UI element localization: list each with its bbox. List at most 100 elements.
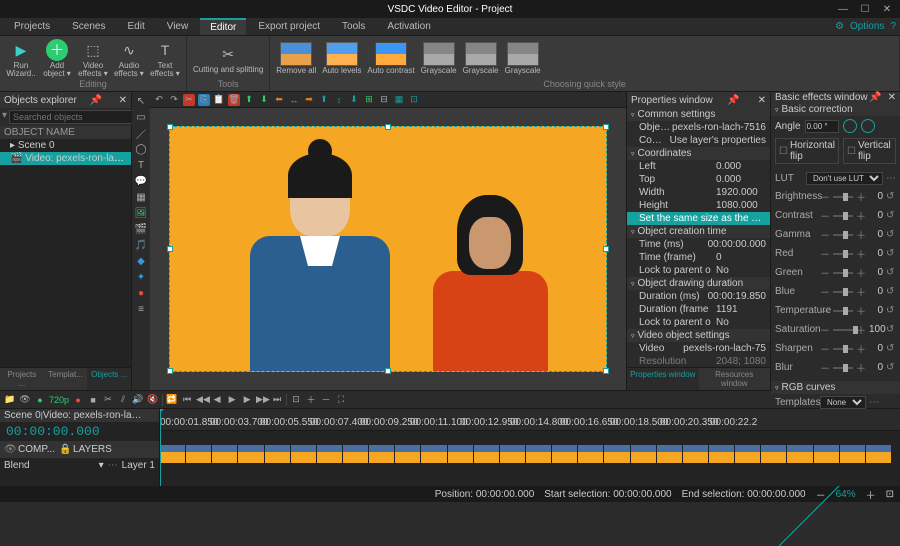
loop-icon[interactable]: 🔁 (166, 394, 178, 405)
bring-front-icon[interactable]: ⬆ (243, 94, 255, 106)
quickstyle-3[interactable]: Grayscale (421, 42, 457, 75)
menu-tools[interactable]: Tools (332, 19, 375, 34)
resize-handle-se[interactable] (603, 368, 609, 374)
playhead[interactable] (160, 409, 161, 486)
video-clip-node[interactable]: 🎬 Video: pexels-ron-lach-7516031_1... (0, 152, 131, 165)
preview-icon[interactable]: ● (34, 395, 46, 405)
audio-icon[interactable]: 🎵 (134, 238, 148, 252)
menu-editor[interactable]: Editor (200, 18, 246, 35)
line-icon[interactable]: ／ (134, 126, 148, 140)
eye-icon[interactable]: 👁 (19, 394, 31, 405)
rotate-cw-icon[interactable] (861, 119, 875, 133)
menu-export[interactable]: Export project (248, 19, 330, 34)
tab-properties[interactable]: Properties window (627, 368, 699, 390)
split-icon[interactable]: ⫽ (117, 394, 129, 405)
help-icon[interactable]: ? (890, 21, 896, 32)
angle-input[interactable] (805, 120, 839, 133)
gear-icon[interactable]: ⚙ (835, 21, 844, 32)
ungroup-icon[interactable]: ⊟ (378, 94, 390, 106)
quickstyle-2[interactable]: Auto contrast (367, 42, 414, 75)
record-icon[interactable]: ● (72, 395, 84, 405)
align-right-icon[interactable]: ➡ (303, 94, 315, 106)
mute-icon[interactable]: 🔇 (147, 394, 159, 405)
quickstyle-4[interactable]: Grayscale (463, 42, 499, 75)
zoom-fit-icon[interactable]: ⊡ (290, 394, 302, 405)
send-back-icon[interactable]: ⬇ (258, 94, 270, 106)
undo-icon[interactable]: ↶ (153, 94, 165, 106)
text-icon[interactable]: T (134, 158, 148, 172)
step-back-icon[interactable]: ◀ (211, 394, 223, 405)
horizontal-flip-checkbox[interactable]: ☐ Horizontal flip (775, 138, 839, 164)
lut-browse-icon[interactable]: ⋯ (886, 173, 896, 184)
same-size-button[interactable]: Set the same size as the parent has (627, 212, 770, 225)
tab-objects[interactable]: Objects ... (87, 368, 131, 390)
resize-handle-s[interactable] (385, 368, 391, 374)
ellipse-icon[interactable]: ◯ (134, 142, 148, 156)
cut-icon[interactable]: ✂ (183, 94, 195, 106)
resize-handle-e[interactable] (603, 246, 609, 252)
prev-frame-icon[interactable]: ◀◀ (196, 394, 208, 405)
stop-icon[interactable]: ■ (87, 395, 99, 405)
play-icon[interactable]: ▶ (226, 394, 238, 405)
animation-icon[interactable]: ✦ (134, 270, 148, 284)
step-fwd-icon[interactable]: ▶ (241, 394, 253, 405)
go-end-icon[interactable]: ⏭ (271, 394, 283, 405)
fullscreen-icon[interactable]: ⛶ (335, 394, 347, 405)
pin-icon[interactable]: 📌 (89, 95, 101, 106)
tab-templates[interactable]: Templat... (44, 368, 88, 390)
ribbon-btn-3[interactable]: ∿Audioeffects ▾ (114, 39, 144, 78)
resize-handle-sw[interactable] (167, 368, 173, 374)
align-center-icon[interactable]: ↔ (288, 94, 300, 106)
paste-icon[interactable]: 📋 (213, 94, 225, 106)
tab-projects[interactable]: Projects ... (0, 368, 44, 390)
sprite-icon[interactable]: ◆ (134, 254, 148, 268)
quickstyle-5[interactable]: Grayscale (505, 42, 541, 75)
redo-icon[interactable]: ↷ (168, 94, 180, 106)
rect-icon[interactable]: ▭ (134, 110, 148, 124)
select-icon[interactable]: ▾ (2, 110, 7, 124)
align-top-icon[interactable]: ⬆ (318, 94, 330, 106)
menu-activation[interactable]: Activation (377, 19, 440, 34)
video-frame[interactable] (169, 126, 607, 372)
lut-select[interactable]: Don't use LUT (806, 172, 883, 185)
snap-icon[interactable]: ⊡ (408, 94, 420, 106)
pin-icon[interactable]: 📌 (869, 92, 881, 103)
resize-handle-ne[interactable] (603, 124, 609, 130)
rotate-ccw-icon[interactable] (843, 119, 857, 133)
subtitle-icon[interactable]: ≡ (134, 302, 148, 316)
template-select[interactable]: None (820, 396, 866, 409)
grid-icon[interactable]: ▦ (393, 94, 405, 106)
resize-handle-n[interactable] (385, 124, 391, 130)
close-panel-icon[interactable]: ✕ (119, 95, 127, 106)
group-icon[interactable]: ⊞ (363, 94, 375, 106)
options-link[interactable]: Options (850, 21, 884, 32)
pin-icon[interactable]: 📌 (727, 95, 739, 106)
counter-icon[interactable]: ● (134, 286, 148, 300)
image-icon[interactable]: 🖼 (134, 206, 148, 220)
ribbon-btn-4[interactable]: TTexteffects ▾ (150, 39, 180, 78)
tooltip-icon[interactable]: 💬 (134, 174, 148, 188)
vertical-flip-checkbox[interactable]: ☐ Vertical flip (843, 138, 896, 164)
next-frame-icon[interactable]: ▶▶ (256, 394, 268, 405)
template-menu-icon[interactable]: ⋯ (869, 397, 879, 408)
ribbon-btn-0[interactable]: ▶RunWizard.. (6, 39, 36, 78)
maximize-button[interactable]: ☐ (858, 4, 872, 15)
preview-canvas[interactable] (150, 108, 626, 390)
tab-resources[interactable]: Resources window (699, 368, 771, 390)
delete-icon[interactable]: 🗑 (228, 94, 240, 106)
menu-edit[interactable]: Edit (117, 19, 154, 34)
timeline-tracks[interactable]: 00:00:01.85000:00:03.70000:00:05.55000:0… (160, 409, 900, 486)
cut-icon[interactable]: ✂ (102, 394, 114, 405)
quickstyle-1[interactable]: Auto levels (322, 42, 361, 75)
zoom-in-icon[interactable]: ＋ (305, 393, 317, 406)
search-input[interactable] (9, 110, 134, 124)
open-icon[interactable]: 📁 (4, 394, 16, 405)
timeline-clip-tab[interactable]: Video: pexels-ron-lach-7516031_1... (43, 410, 143, 421)
video-icon[interactable]: 🎬 (134, 222, 148, 236)
go-start-icon[interactable]: ⏮ (181, 394, 193, 405)
close-button[interactable]: ✕ (880, 4, 894, 15)
chart-icon[interactable]: ▦ (134, 190, 148, 204)
align-left-icon[interactable]: ⬅ (273, 94, 285, 106)
zoom-out-icon[interactable]: － (320, 393, 332, 406)
menu-scenes[interactable]: Scenes (62, 19, 115, 34)
